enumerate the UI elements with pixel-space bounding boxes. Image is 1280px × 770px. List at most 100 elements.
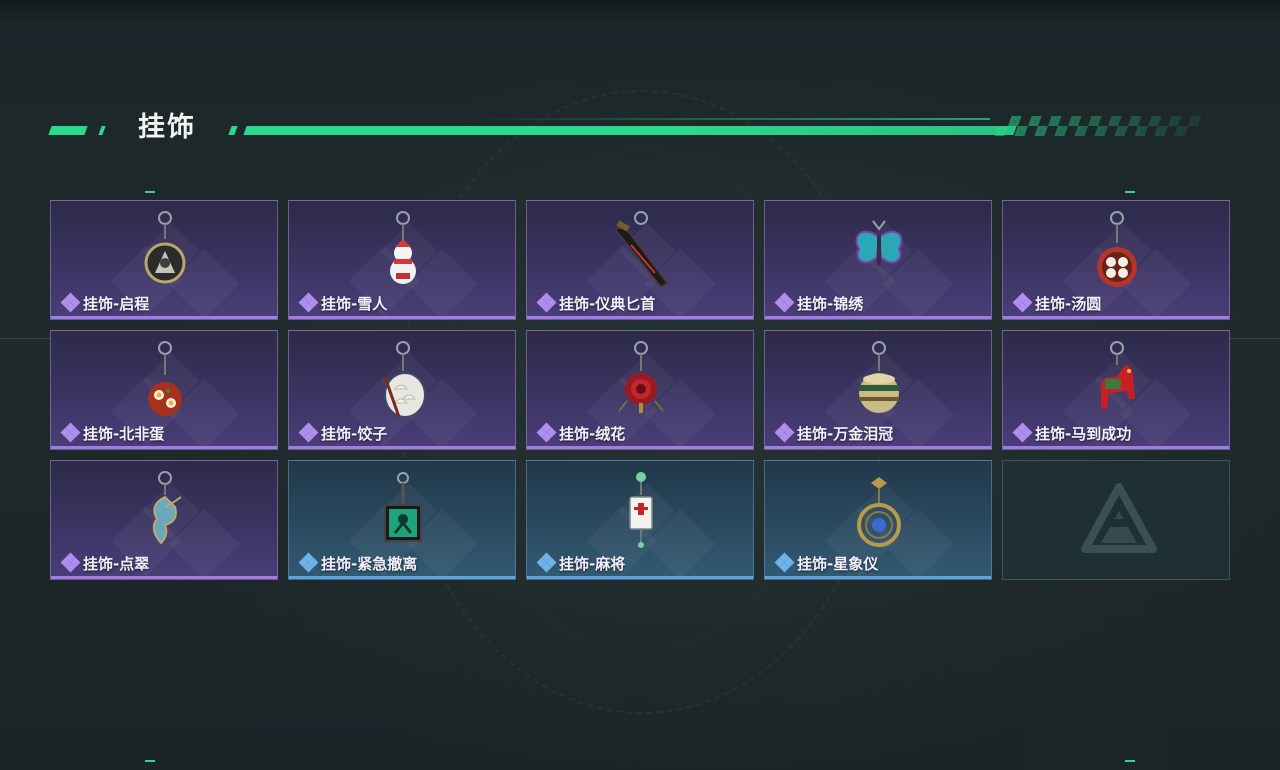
charm-name: 挂饰-绒花 [559, 424, 626, 443]
charm-card[interactable]: 挂饰-万金泪冠 [764, 330, 992, 450]
charm-card[interactable]: 挂饰-仪典匕首 [526, 200, 754, 320]
charm-inventory-screen: 挂饰 挂饰-启程 挂饰-雪人 挂饰-仪典匕首 挂饰-锦绣 挂饰-汤圆 挂饰-北非… [0, 0, 1280, 770]
side-line-right [1230, 338, 1280, 339]
compass-ring-charm-icon [144, 211, 186, 284]
charm-card[interactable]: 挂饰-绒花 [526, 330, 754, 450]
charm-card[interactable]: 挂饰-紧急撤离 [288, 460, 516, 580]
rarity-bar [1003, 446, 1229, 449]
mahjong-tile-charm-icon [629, 472, 653, 548]
game-logo-placeholder-icon [1081, 483, 1157, 553]
rarity-diamond-icon [1012, 422, 1033, 443]
rarity-bar [1003, 316, 1229, 319]
charm-card[interactable]: 挂饰-马到成功 [1002, 330, 1230, 450]
corner-tick [1125, 760, 1135, 762]
velvet-flower-charm-icon [618, 341, 664, 413]
corner-tick [1125, 191, 1135, 193]
header-accent-bar [48, 126, 88, 135]
rarity-bar [289, 446, 515, 449]
astrolabe-charm-icon [857, 477, 901, 547]
crown-box-charm-icon [859, 341, 899, 413]
charm-name: 挂饰-麻将 [559, 554, 626, 573]
red-horse-charm-icon [1101, 341, 1135, 409]
rarity-diamond-icon [774, 552, 795, 573]
charm-name: 挂饰-马到成功 [1035, 424, 1132, 443]
rarity-bar [289, 576, 515, 579]
rarity-diamond-icon [536, 422, 557, 443]
header-accent-bar [98, 126, 106, 135]
header-checker-pattern [994, 116, 1202, 136]
rarity-diamond-icon [536, 552, 557, 573]
rarity-diamond-icon [60, 292, 81, 313]
charm-name: 挂饰-雪人 [321, 294, 388, 313]
header-thin-line [470, 118, 990, 120]
snowman-charm-icon [390, 211, 416, 284]
charm-label: 挂饰-北非蛋 [60, 422, 165, 443]
dumpling-plate-charm-icon [383, 341, 426, 418]
rice-ball-bowl-charm-icon [1097, 211, 1137, 287]
rarity-bar [289, 316, 515, 319]
charm-grid: 挂饰-启程 挂饰-雪人 挂饰-仪典匕首 挂饰-锦绣 挂饰-汤圆 挂饰-北非蛋 挂… [50, 200, 1230, 580]
charm-card[interactable]: 挂饰-星象仪 [764, 460, 992, 580]
rarity-bar [765, 446, 991, 449]
charm-card[interactable]: 挂饰-雪人 [288, 200, 516, 320]
charm-label: 挂饰-锦绣 [774, 292, 863, 313]
rarity-diamond-icon [298, 292, 319, 313]
rarity-bar [527, 446, 753, 449]
charm-card[interactable]: 挂饰-点翠 [50, 460, 278, 580]
charm-label: 挂饰-饺子 [298, 422, 388, 443]
section-title: 挂饰 [138, 112, 196, 143]
charm-name: 挂饰-启程 [83, 294, 150, 313]
charm-name: 挂饰-仪典匕首 [559, 294, 656, 313]
charm-card[interactable]: 挂饰-启程 [50, 200, 278, 320]
corner-tick [145, 191, 155, 193]
rarity-bar [51, 316, 277, 319]
empty-slot [1002, 460, 1230, 580]
header-accent-bar [228, 126, 238, 135]
rarity-bar [51, 446, 277, 449]
charm-card[interactable]: 挂饰-麻将 [526, 460, 754, 580]
charm-label: 挂饰-启程 [60, 292, 150, 313]
charm-card[interactable]: 挂饰-汤圆 [1002, 200, 1230, 320]
rarity-diamond-icon [774, 422, 795, 443]
corner-tick [145, 760, 155, 762]
charm-label: 挂饰-绒花 [536, 422, 626, 443]
charm-label: 挂饰-仪典匕首 [536, 292, 656, 313]
rarity-diamond-icon [298, 422, 319, 443]
charm-card[interactable]: 挂饰-锦绣 [764, 200, 992, 320]
rarity-bar [527, 576, 753, 579]
header-line [243, 126, 1017, 135]
rarity-diamond-icon [774, 292, 795, 313]
charm-label: 挂饰-紧急撤离 [298, 552, 417, 573]
rarity-bar [765, 316, 991, 319]
charm-name: 挂饰-点翠 [83, 554, 150, 573]
top-strip [0, 0, 1280, 20]
emergency-sign-charm-icon [384, 472, 422, 542]
charm-label: 挂饰-星象仪 [774, 552, 878, 573]
charm-card[interactable]: 挂饰-北非蛋 [50, 330, 278, 450]
rarity-bar [765, 576, 991, 579]
shakshuka-pan-charm-icon [148, 341, 182, 416]
charm-label: 挂饰-马到成功 [1012, 422, 1132, 443]
rarity-bar [51, 576, 277, 579]
charm-label: 挂饰-雪人 [298, 292, 388, 313]
rarity-diamond-icon [60, 422, 81, 443]
charm-name: 挂饰-万金泪冠 [797, 424, 894, 443]
rarity-diamond-icon [60, 552, 81, 573]
butterfly-charm-icon [855, 220, 903, 265]
rarity-bar [527, 316, 753, 319]
charm-name: 挂饰-汤圆 [1035, 294, 1102, 313]
charm-name: 挂饰-饺子 [321, 424, 388, 443]
dagger-charm-icon [613, 211, 669, 289]
kingfisher-ornament-charm-icon [152, 471, 182, 545]
charm-name: 挂饰-北非蛋 [83, 424, 165, 443]
charm-card[interactable]: 挂饰-饺子 [288, 330, 516, 450]
rarity-diamond-icon [1012, 292, 1033, 313]
charm-label: 挂饰-麻将 [536, 552, 626, 573]
section-header: 挂饰 [48, 110, 1210, 150]
charm-label: 挂饰-点翠 [60, 552, 150, 573]
charm-label: 挂饰-万金泪冠 [774, 422, 894, 443]
charm-label: 挂饰-汤圆 [1012, 292, 1102, 313]
rarity-diamond-icon [298, 552, 319, 573]
rarity-diamond-icon [536, 292, 557, 313]
background-shape [1025, 712, 1165, 770]
